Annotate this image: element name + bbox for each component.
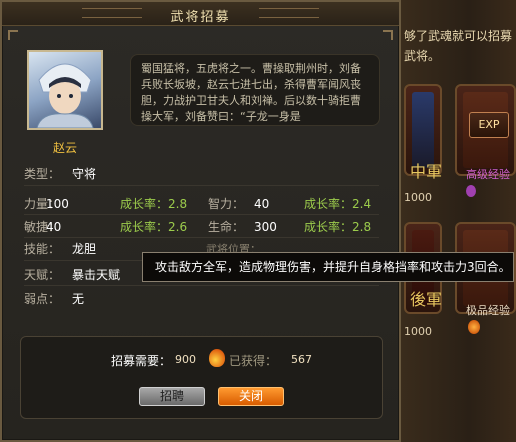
weakness-value: 无 (72, 292, 85, 306)
corner-ornament (8, 30, 18, 40)
wisdom-label: 智力： (208, 197, 245, 211)
banner-houjun: 後軍 (410, 290, 443, 309)
premium-exp-label: 极品经验 (466, 304, 510, 317)
divider (24, 185, 379, 186)
skill-value[interactable]: 龙胆 (72, 239, 96, 259)
close-button[interactable]: 关闭 (218, 387, 284, 406)
recruit-button[interactable]: 招聘 (139, 387, 205, 406)
divider (24, 214, 379, 215)
title-ornament-right (259, 8, 319, 18)
life-value: 300 (254, 220, 277, 234)
recruit-footer: 招募需要： 900 已获得： 567 招聘 关闭 (20, 336, 383, 419)
hero-biography: 蜀国猛将，五虎将之一。曹操取荆州时，刘备兵败长坂坡，赵云七进七出，杀得曹军闻风丧… (130, 54, 380, 126)
weakness-label: 弱点： (24, 292, 61, 306)
power-growth: 成长率：2.8 (120, 197, 188, 211)
exp-badge-icon: EXP (469, 112, 509, 138)
wisdom-value: 40 (254, 197, 270, 211)
type-value: 守将 (72, 167, 97, 181)
banner-zhongjun: 中軍 (410, 162, 443, 181)
hint-line-1: 够了武魂就可以招募 (404, 29, 513, 43)
obtained-label: 已获得： (229, 354, 278, 368)
divider (24, 237, 379, 238)
recruit-cost-value: 900 (175, 353, 196, 366)
background-panel (400, 0, 516, 442)
fire-gem-icon (468, 320, 480, 334)
stat-wisdom: 智力： 40 成长率：2.4 (208, 194, 388, 214)
stat-agility: 敏捷： 40 成长率：2.6 (24, 217, 204, 237)
exp-item-label: 高级经验 (466, 168, 510, 181)
soul-fire-icon (209, 349, 225, 367)
stat-power: 力量： 100 成长率：2.8 (24, 194, 204, 214)
dialog-title: 武将招募 (170, 10, 231, 25)
dialog-titlebar: 武将招募 (2, 2, 399, 26)
talent-value[interactable]: 暴击天赋 (72, 265, 120, 285)
skill-label: 技能： (24, 242, 61, 256)
life-growth: 成长率：2.8 (304, 220, 372, 234)
wisdom-growth: 成长率：2.4 (304, 197, 372, 211)
hero-name: 赵云 (52, 141, 77, 155)
price-1: 1000 (404, 191, 432, 204)
life-label: 生命： (208, 220, 245, 234)
stat-life: 生命： 300 成长率：2.8 (208, 217, 388, 237)
divider (24, 285, 379, 286)
hint-line-2: 武将。 (404, 49, 441, 63)
exp-gem-icon (466, 185, 476, 197)
background-hint-text: 够了武魂就可以招募 武将。 (404, 26, 516, 66)
skill-tooltip: 攻击敌方全军，造成物理伤害，并提升自身格挡率和攻击力3回合。 (142, 252, 514, 282)
price-2: 1000 (404, 325, 432, 338)
recruit-dialog: 武将招募 赵云 蜀国猛将，五虎将之一。曹操取荆州时，刘备兵败长坂坡，赵云七进七出… (0, 0, 401, 442)
recruit-cost-label: 招募需要： (111, 354, 172, 368)
corner-ornament (383, 30, 393, 40)
type-label: 类型： (24, 167, 61, 181)
stat-type: 类型： 守将 (24, 164, 204, 184)
agility-value: 40 (46, 220, 62, 234)
hero-portrait (27, 50, 103, 130)
agility-growth: 成长率：2.6 (120, 220, 188, 234)
obtained-value: 567 (291, 353, 312, 366)
power-value: 100 (46, 197, 69, 211)
talent-label: 天赋： (24, 268, 61, 282)
stat-weakness: 弱点： 无 (24, 289, 204, 309)
